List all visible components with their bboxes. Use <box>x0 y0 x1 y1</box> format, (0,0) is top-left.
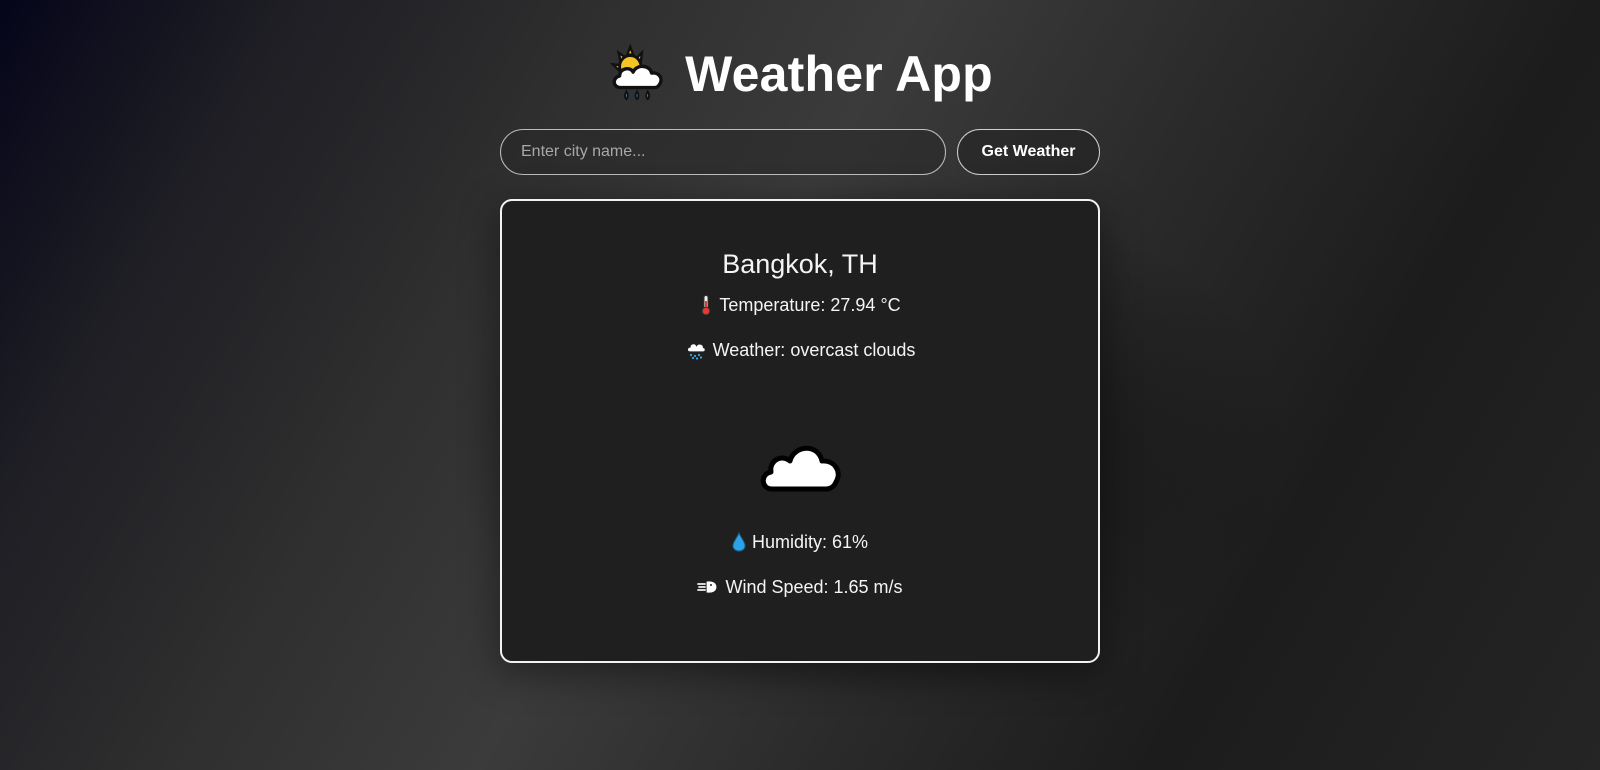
weather-app: Weather App Get Weather Bangkok, TH Temp… <box>0 0 1600 770</box>
city-name: Bangkok, TH <box>722 249 878 279</box>
app-header: Weather App <box>0 42 1600 106</box>
get-weather-button[interactable]: Get Weather <box>957 129 1100 175</box>
temperature-row: Temperature: 27.94 °C <box>502 293 1098 317</box>
page-title: Weather App <box>685 46 993 102</box>
thermometer-icon <box>702 295 711 316</box>
search-bar: Get Weather <box>500 129 1100 175</box>
humidity-text: Humidity: 61% <box>751 532 869 552</box>
city-search-input[interactable] <box>500 129 946 175</box>
weather-card: Bangkok, TH Temperature: 27.94 °C Weathe… <box>500 199 1100 663</box>
weather-description: Weather: overcast clouds <box>712 340 916 360</box>
sun-behind-rain-cloud-icon <box>609 43 663 101</box>
wind-row: Wind Speed: 1.65 m/s <box>502 575 1098 599</box>
cloud-icon <box>760 445 841 492</box>
temperature-text: Temperature: 27.94 °C <box>719 295 901 315</box>
cloud-with-rain-icon <box>686 343 706 360</box>
droplet-icon <box>732 532 746 552</box>
weather-row: Weather: overcast clouds <box>502 338 1098 362</box>
wind-face-icon <box>697 580 719 594</box>
humidity-row: Humidity: 61% <box>502 530 1098 554</box>
wind-speed-text: Wind Speed: 1.65 m/s <box>725 577 903 597</box>
